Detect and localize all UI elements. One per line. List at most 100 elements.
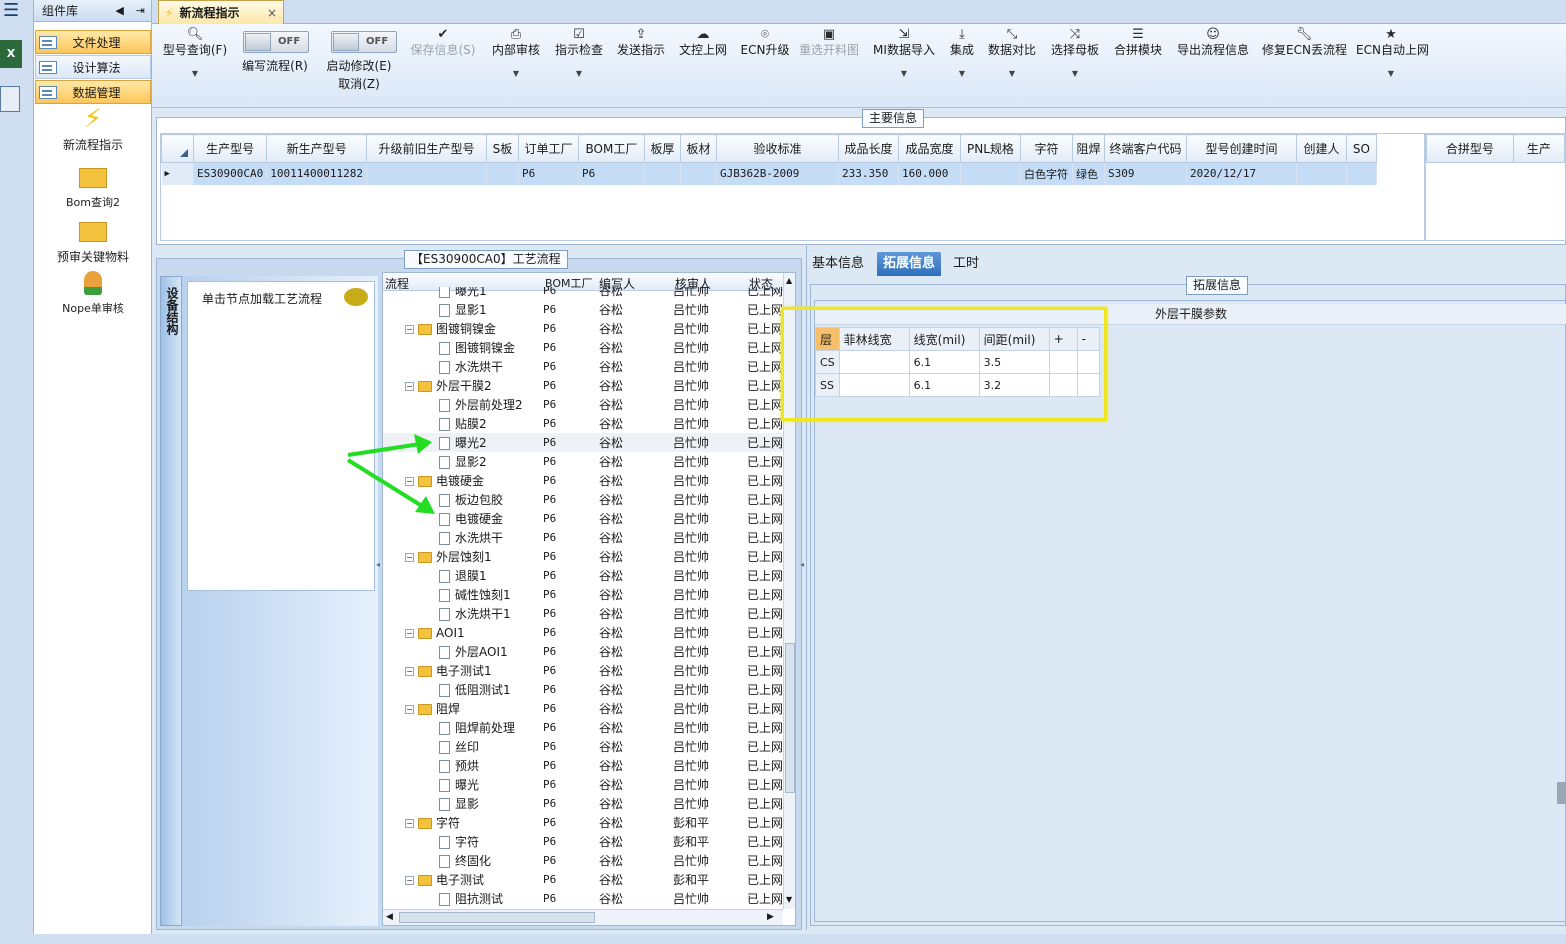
writer-cell[interactable]: 谷松 — [599, 852, 623, 869]
writer-cell[interactable]: 谷松 — [599, 776, 623, 793]
status-cell[interactable]: 已上网 — [747, 624, 783, 641]
reviewer-cell[interactable]: 吕忙帅 — [673, 605, 709, 622]
dropdown-arrow-icon[interactable]: ▼ — [1049, 67, 1101, 81]
column-header[interactable]: 板厚 — [643, 134, 681, 163]
scroll-down-icon[interactable]: ▼ — [786, 895, 792, 904]
flow-tree-row[interactable]: 终固化 P6 谷松 吕忙帅 已上网 — [383, 851, 783, 870]
bom-factory-cell[interactable]: P6 — [543, 303, 556, 316]
bom-factory-cell[interactable]: P6 — [543, 683, 556, 696]
reviewer-cell[interactable]: 吕忙帅 — [673, 776, 709, 793]
bom-factory-cell[interactable]: P6 — [543, 436, 556, 449]
writer-cell[interactable]: 谷松 — [599, 681, 623, 698]
flow-tree-row[interactable]: 低阻测试1 P6 谷松 吕忙帅 已上网 — [383, 680, 783, 699]
column-header[interactable]: S板 — [485, 134, 519, 163]
writer-cell[interactable]: 谷松 — [599, 871, 623, 888]
writer-cell[interactable]: 谷松 — [599, 586, 623, 603]
table-cell[interactable]: P6 — [578, 162, 645, 185]
table-cell[interactable]: 白色字符 — [1020, 162, 1073, 185]
writer-cell[interactable]: 谷松 — [599, 548, 623, 565]
close-icon[interactable]: × — [267, 6, 277, 20]
flow-tree-row[interactable]: − 图镀铜镍金 P6 谷松 吕忙帅 已上网 — [383, 319, 783, 338]
status-cell[interactable]: 已上网 — [747, 491, 783, 508]
table-cell[interactable]: P6 — [518, 162, 579, 185]
bom-factory-cell[interactable]: P6 — [543, 455, 556, 468]
status-cell[interactable]: 已上网 — [747, 852, 783, 869]
table-cell[interactable] — [1346, 162, 1377, 185]
flow-tree-row[interactable]: 显影 P6 谷松 吕忙帅 已上网 — [383, 794, 783, 813]
column-header[interactable]: 新生产型号 — [266, 134, 367, 163]
status-cell[interactable]: 已上网 — [747, 510, 783, 527]
writer-cell[interactable]: 谷松 — [599, 662, 623, 679]
writer-cell[interactable]: 谷松 — [599, 795, 623, 812]
status-cell[interactable]: 已上网 — [747, 681, 783, 698]
collapse-icon[interactable]: − — [405, 705, 414, 714]
bom-factory-cell[interactable]: P6 — [543, 341, 556, 354]
column-header[interactable]: SO — [1345, 134, 1377, 163]
tab-basic-info[interactable]: 基本信息 — [806, 252, 870, 276]
bom-factory-cell[interactable]: P6 — [543, 417, 556, 430]
bom-factory-cell[interactable]: P6 — [543, 721, 556, 734]
table-cell[interactable]: 233.350 — [838, 162, 899, 185]
sidebar-item-file-processing[interactable]: 文件处理 — [35, 30, 151, 54]
merge-module-button[interactable]: ☰ 合拼模块 — [1112, 24, 1164, 57]
tool-preaudit-material[interactable]: 预审关键物料 — [34, 216, 152, 265]
flow-node[interactable]: − 外层干膜2 — [405, 377, 492, 394]
collapse-icon[interactable]: − — [405, 819, 414, 828]
flow-node[interactable]: 水洗烘干 — [439, 529, 503, 546]
status-cell[interactable]: 已上网 — [747, 339, 783, 356]
bom-factory-cell[interactable]: P6 — [543, 287, 556, 297]
flow-node[interactable]: 阻焊前处理 — [439, 719, 515, 736]
column-header[interactable]: 终端客户代码 — [1103, 134, 1187, 163]
reviewer-cell[interactable]: 吕忙帅 — [673, 890, 709, 907]
flow-tree-row[interactable]: 外层前处理2 P6 谷松 吕忙帅 已上网 — [383, 395, 783, 414]
start-modify-toggle[interactable]: OFF — [331, 31, 397, 53]
internal-review-button[interactable]: ⎙ 内部审核 ▼ — [490, 24, 542, 81]
report-app-icon[interactable] — [0, 86, 20, 112]
status-cell[interactable]: 已上网 — [747, 396, 783, 413]
flow-tree-row[interactable]: 丝印 P6 谷松 吕忙帅 已上网 — [383, 737, 783, 756]
writer-cell[interactable]: 谷松 — [599, 358, 623, 375]
reviewer-cell[interactable]: 吕忙帅 — [673, 567, 709, 584]
writer-cell[interactable]: 谷松 — [599, 510, 623, 527]
status-cell[interactable]: 已上网 — [747, 643, 783, 660]
reviewer-cell[interactable]: 彭和平 — [673, 833, 709, 850]
bom-factory-cell[interactable]: P6 — [543, 569, 556, 582]
flow-tree-row[interactable]: − 外层干膜2 P6 谷松 吕忙帅 已上网 — [383, 376, 783, 395]
table-cell[interactable] — [960, 162, 1021, 185]
status-cell[interactable]: 已上网 — [747, 415, 783, 432]
flow-node[interactable]: − 电子测试1 — [405, 662, 492, 679]
flow-node[interactable]: − 外层蚀刻1 — [405, 548, 492, 565]
dropdown-arrow-icon[interactable]: ▼ — [986, 67, 1038, 81]
flow-node[interactable]: 图镀铜镍金 — [439, 339, 515, 356]
status-cell[interactable]: 已上网 — [747, 320, 783, 337]
column-header[interactable]: 成品长度 — [837, 134, 899, 163]
flow-node[interactable]: 显影1 — [439, 301, 487, 318]
bom-factory-cell[interactable]: P6 — [543, 588, 556, 601]
column-header[interactable]: 创建人 — [1295, 134, 1347, 163]
excel-app-icon[interactable]: X — [0, 40, 22, 68]
bom-factory-cell[interactable]: P6 — [543, 854, 556, 867]
flow-node[interactable]: − 字符 — [405, 814, 460, 831]
flow-node[interactable]: 曝光 — [439, 776, 479, 793]
flow-node[interactable]: 字符 — [439, 833, 479, 850]
status-cell[interactable]: 已上网 — [747, 833, 783, 850]
reviewer-cell[interactable]: 吕忙帅 — [673, 852, 709, 869]
writer-cell[interactable]: 谷松 — [599, 890, 623, 907]
tool-bom-query[interactable]: Bom查询2 — [34, 162, 152, 210]
collapse-icon[interactable]: − — [405, 667, 414, 676]
writer-cell[interactable]: 谷松 — [599, 814, 623, 831]
writer-cell[interactable]: 谷松 — [599, 833, 623, 850]
table-cell[interactable]: 2020/12/17 — [1186, 162, 1297, 185]
bom-factory-cell[interactable]: P6 — [543, 379, 556, 392]
status-cell[interactable]: 已上网 — [747, 529, 783, 546]
flow-tree-row[interactable]: − AOI1 P6 谷松 吕忙帅 已上网 — [383, 623, 783, 642]
flow-node[interactable]: 曝光1 — [439, 287, 487, 299]
flow-tree-row[interactable]: − 阻焊 P6 谷松 吕忙帅 已上网 — [383, 699, 783, 718]
collapse-icon[interactable]: − — [405, 325, 414, 334]
select-mother-board-button[interactable]: ⤨ 选择母板 ▼ — [1049, 24, 1101, 81]
data-compare-button[interactable]: ⤡ 数据对比 ▼ — [986, 24, 1038, 81]
cancel-label[interactable]: 取消(Z) — [332, 77, 386, 91]
status-cell[interactable]: 已上网 — [747, 814, 783, 831]
instruction-check-button[interactable]: ☑ 指示检查 ▼ — [553, 24, 605, 81]
status-cell[interactable]: 已上网 — [747, 586, 783, 603]
